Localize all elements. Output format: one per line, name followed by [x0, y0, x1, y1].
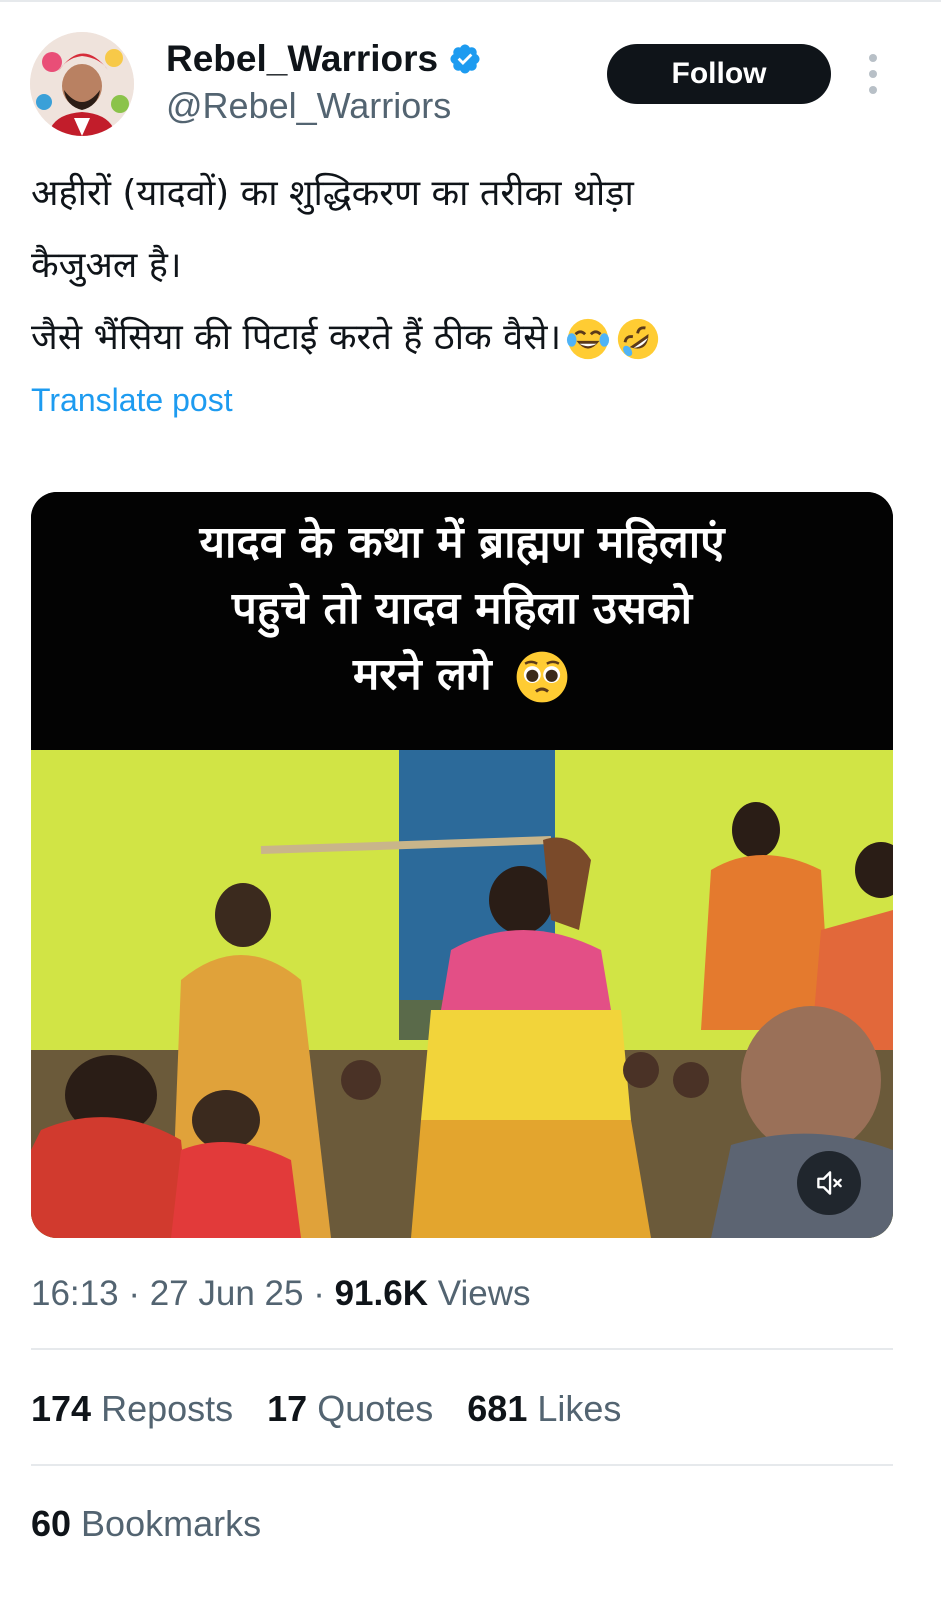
translate-post-link[interactable]: Translate post: [31, 382, 233, 419]
video-frame: [31, 750, 893, 1238]
likes-count: 681: [467, 1388, 528, 1429]
video-caption-line: मरने लगे: [353, 649, 492, 700]
rolling-on-the-floor-laughing-icon: [617, 318, 659, 360]
video-caption-line: यादव के कथा में ब्राह्मण महिलाएं: [199, 517, 725, 568]
quotes-label: Quotes: [317, 1388, 434, 1429]
reposts-stat[interactable]: 174 Reposts: [31, 1388, 233, 1430]
author-handle[interactable]: @Rebel_Warriors: [166, 85, 451, 127]
bookmarks-count: 60: [31, 1503, 72, 1544]
author-name[interactable]: Rebel_Warriors: [166, 38, 438, 80]
mute-toggle-button[interactable]: [797, 1151, 861, 1215]
avatar[interactable]: [30, 32, 134, 136]
separator-dot: ·: [313, 1274, 335, 1313]
pleading-face-icon: [516, 651, 568, 703]
reposts-label: Reposts: [101, 1388, 234, 1429]
quotes-stat[interactable]: 17 Quotes: [267, 1388, 433, 1430]
more-options-icon[interactable]: [862, 54, 884, 94]
quotes-count: 17: [267, 1388, 308, 1429]
separator-dot: ·: [128, 1274, 150, 1313]
video-caption-line-emoji: मरने लगे: [31, 642, 893, 708]
speaker-muted-icon: [817, 1171, 842, 1195]
video-caption-line: पहुचे तो यादव महिला उसको: [231, 583, 693, 634]
views-count: 91.6K: [334, 1274, 428, 1313]
post-text-line: अहीरों (यादवों) का शुद्धिकरण का तरीका थो…: [31, 173, 634, 214]
bookmarks-stat[interactable]: 60 Bookmarks: [31, 1503, 261, 1545]
follow-button[interactable]: Follow: [607, 44, 831, 104]
divider: [31, 1348, 893, 1350]
post-video[interactable]: यादव के कथा में ब्राह्मण महिलाएं पहुचे त…: [31, 492, 893, 1238]
video-frame-image: [31, 750, 893, 1238]
post-text-line: कैजुअल है।: [31, 245, 182, 286]
post-text-line-emoji: जैसे भैंसिया की पिटाई करते हैं ठीक वैसे।: [31, 302, 911, 374]
video-caption: यादव के कथा में ब्राह्मण महिलाएं पहुचे त…: [31, 492, 893, 752]
divider: [31, 1464, 893, 1466]
bookmarks-label: Bookmarks: [81, 1503, 262, 1544]
post-text: अहीरों (यादवों) का शुद्धिकरण का तरीका थो…: [31, 158, 911, 374]
top-divider: [0, 0, 941, 2]
avatar-image: [30, 32, 134, 136]
verified-badge-icon: [450, 44, 480, 74]
views-label: Views: [437, 1274, 531, 1313]
post-time[interactable]: 16:13: [31, 1274, 119, 1313]
post-date[interactable]: 27 Jun 25: [150, 1274, 304, 1313]
likes-stat[interactable]: 681 Likes: [467, 1388, 621, 1430]
post-text-line: जैसे भैंसिया की पिटाई करते हैं ठीक वैसे।: [31, 317, 562, 358]
post-metadata: 16:13 · 27 Jun 25 · 91.6K Views: [31, 1274, 530, 1314]
face-with-tears-of-joy-icon: [567, 318, 610, 360]
likes-label: Likes: [537, 1388, 622, 1429]
engagement-stats: 174 Reposts 17 Quotes 681 Likes: [31, 1388, 621, 1430]
reposts-count: 174: [31, 1388, 92, 1429]
